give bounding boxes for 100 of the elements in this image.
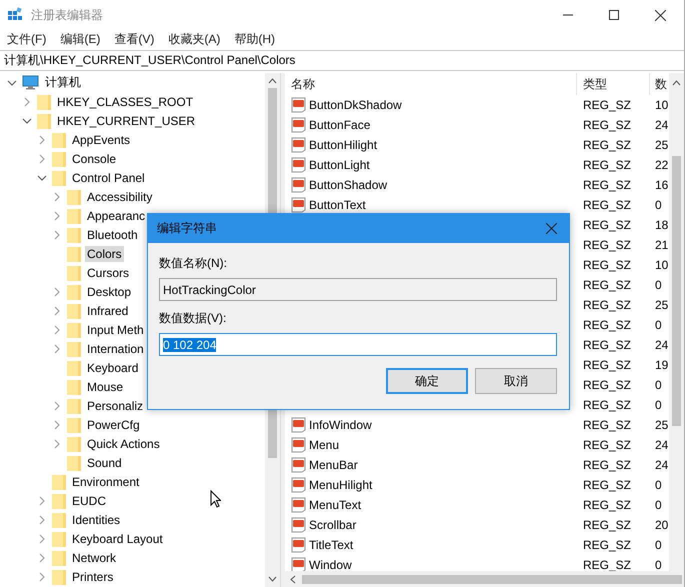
chevron-right-icon[interactable] (54, 210, 60, 220)
folder-icon (52, 550, 66, 566)
registry-value-name[interactable]: TitleText (309, 538, 354, 552)
value-data: 0 (654, 378, 663, 392)
column-header[interactable]: 名称 (285, 73, 577, 95)
chevron-right-icon[interactable] (24, 96, 30, 106)
chevron-right-icon[interactable] (54, 438, 60, 448)
chevron-right-icon[interactable] (54, 400, 60, 410)
tree-item[interactable]: Infrared (85, 302, 130, 318)
value-data: 0 (654, 318, 663, 332)
registry-value-name[interactable]: ButtonDkShadow (309, 98, 402, 112)
tree-item[interactable]: Keyboard (85, 360, 140, 376)
chevron-right-icon[interactable] (39, 154, 45, 164)
folder-icon (37, 112, 51, 128)
chevron-right-icon[interactable] (39, 572, 45, 582)
tree-item[interactable]: Accessibility (85, 188, 154, 204)
chevron-right-icon[interactable] (54, 306, 60, 316)
chevron-right-icon[interactable] (39, 534, 45, 544)
tree-item[interactable]: Desktop (85, 284, 134, 300)
registry-value-name[interactable]: Menu (309, 438, 340, 452)
tree-item[interactable]: Environment (70, 474, 142, 490)
value-data: 24 (654, 458, 669, 472)
column-header[interactable]: 类型 (577, 73, 650, 95)
chevron-right-icon[interactable] (54, 344, 60, 354)
folder-icon (67, 208, 81, 224)
tree-item[interactable]: Appearanc (85, 208, 148, 224)
chevron-right-icon[interactable] (39, 552, 45, 562)
tree-item[interactable]: 计算机 (43, 73, 83, 92)
chevron-right-icon[interactable] (54, 192, 60, 202)
tree-item[interactable]: EUDC (70, 492, 108, 508)
registry-value-name[interactable]: MenuText (309, 498, 362, 512)
chevron-down-icon[interactable] (37, 174, 47, 180)
chevron-right-icon[interactable] (54, 420, 60, 430)
menubar-menu[interactable]: 查看(V) (114, 30, 154, 48)
tree-item[interactable]: Colors (85, 246, 124, 262)
chevron-right-icon[interactable] (39, 134, 45, 144)
string-value-icon (291, 477, 306, 493)
tree-item[interactable]: Input Meth (85, 322, 146, 338)
tree-item[interactable]: Network (70, 550, 118, 566)
tree-item[interactable]: Bluetooth (85, 226, 140, 242)
tree-item[interactable]: Identities (70, 512, 122, 528)
tree-item[interactable]: AppEvents (70, 132, 132, 148)
value-data-field[interactable]: 0 102 204 (159, 333, 557, 356)
tree-item[interactable]: Sound (85, 454, 124, 470)
registry-value-name[interactable]: MenuBar (309, 458, 358, 472)
scrollbar-thumb[interactable] (302, 574, 682, 584)
tree-item[interactable]: Quick Actions (85, 436, 162, 452)
tree-item[interactable]: Console (70, 150, 118, 166)
cancel-button[interactable]: 取消 (475, 368, 557, 394)
registry-value-name[interactable]: ButtonLight (309, 158, 370, 172)
tree-item[interactable]: Internation (85, 340, 146, 356)
chevron-right-icon[interactable] (54, 230, 60, 240)
close-icon[interactable] (655, 10, 666, 20)
value-data: 24 (654, 438, 669, 452)
menubar-menu[interactable]: 编辑(E) (60, 30, 100, 48)
chevron-down-icon[interactable] (7, 80, 17, 86)
registry-value-name[interactable]: ButtonShadow (309, 178, 388, 192)
registry-value-name[interactable]: ButtonHilight (309, 138, 378, 152)
chevron-down-icon[interactable] (22, 118, 32, 124)
tree-item[interactable]: HKEY_CLASSES_ROOT (55, 94, 196, 110)
scroll-left-icon[interactable] (290, 574, 296, 584)
scrollbar-thumb[interactable] (672, 156, 681, 426)
value-data: 10 (654, 98, 669, 112)
scroll-up-icon[interactable] (268, 78, 277, 84)
address-field[interactable]: 计算机\HKEY_CURRENT_USER\Control Panel\Colors (0, 50, 684, 71)
tree-item[interactable]: Printers (70, 568, 116, 584)
tree-item[interactable]: Control Panel (70, 170, 147, 186)
tree-item[interactable]: Personaliz (85, 398, 146, 414)
value-type: REG_SZ (582, 118, 632, 132)
chevron-right-icon[interactable] (39, 514, 45, 524)
registry-value-name[interactable]: MenuHilight (309, 478, 372, 492)
scroll-down-icon[interactable] (268, 576, 277, 582)
tree-item[interactable]: Cursors (85, 264, 132, 280)
value-data: 25 (654, 138, 669, 152)
chevron-right-icon[interactable] (54, 286, 60, 296)
menubar-menu[interactable]: 帮助(H) (234, 30, 275, 48)
folder-icon (67, 246, 81, 262)
value-type: REG_SZ (582, 98, 632, 112)
menubar-menu[interactable]: 收藏夹(A) (168, 30, 220, 48)
value-name-field[interactable]: HotTrackingColor (159, 278, 557, 301)
chevron-right-icon[interactable] (39, 496, 45, 506)
value-data: 24 (654, 338, 669, 352)
tree-item[interactable]: PowerCfg (85, 416, 142, 432)
tree-item[interactable]: Keyboard Layout (70, 530, 165, 546)
tree-item[interactable]: Mouse (85, 378, 126, 394)
registry-value-name[interactable]: Window (309, 558, 352, 571)
value-type: REG_SZ (582, 398, 632, 412)
tree-item[interactable]: HKEY_CURRENT_USER (55, 112, 198, 128)
registry-value-name[interactable]: ButtonFace (309, 118, 370, 132)
string-value-icon (291, 157, 306, 173)
menubar-menu[interactable]: 文件(F) (7, 30, 46, 48)
folder-icon (67, 454, 81, 470)
maximize-icon[interactable] (609, 10, 619, 20)
registry-value-name[interactable]: InfoWindow (309, 418, 372, 432)
registry-value-name[interactable]: ButtonText (309, 198, 366, 212)
registry-value-name[interactable]: Scrollbar (309, 518, 356, 532)
value-data: 0 (654, 198, 663, 212)
chevron-right-icon[interactable] (54, 324, 60, 334)
ok-button[interactable]: 确定 (386, 368, 468, 394)
scroll-up-icon[interactable] (672, 80, 681, 86)
